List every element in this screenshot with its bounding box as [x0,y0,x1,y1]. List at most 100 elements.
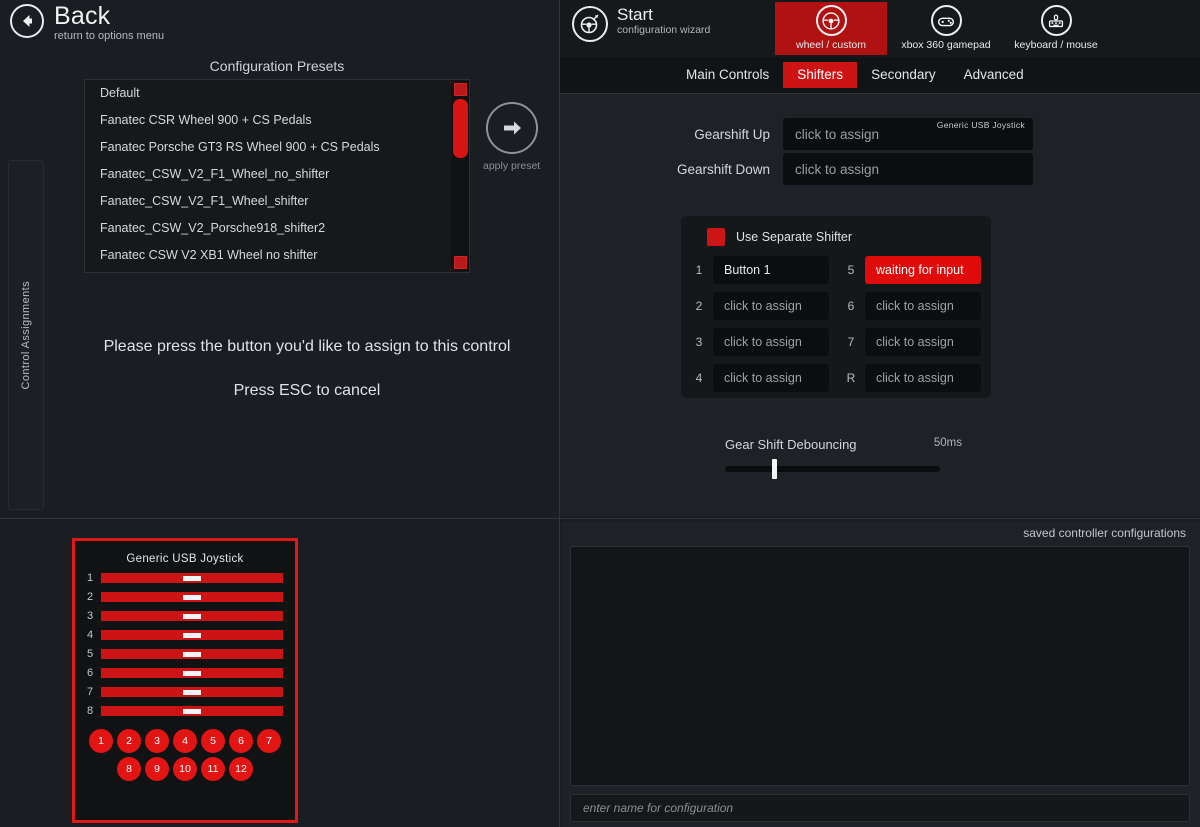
controller-axis-marker [183,614,201,619]
controller-axis-bar [101,630,283,640]
preset-list[interactable]: DefaultFanatec CSR Wheel 900 + CS Pedals… [84,79,470,273]
preset-item[interactable]: Fanatec CSW V2 XB1 Wheel no shifter [85,242,469,269]
controller-axis-marker [183,690,201,695]
tab-shifters[interactable]: Shifters [783,62,857,88]
preset-item[interactable]: Fanatec_CSW_V2_F1_Wheel_no_shifter [85,161,469,188]
shifter-button-number: 2 [691,299,707,313]
shifter-button-cell: 1 Button 1 [691,256,829,284]
preset-scrollbar[interactable] [451,80,469,272]
device-tab-keyboard-mouse-label: keyboard / mouse [1014,39,1097,51]
gearshift-down-value: click to assign [795,162,879,177]
shifter-button-number: 5 [843,263,859,277]
controller-axis-number: 4 [87,629,101,641]
controller-axis-number: 7 [87,686,101,698]
shifter-button-grid: 1 Button 1 5 waiting for input 2 click to ass… [691,256,981,392]
back-arrow-icon [10,4,44,38]
shifter-button-2-input[interactable]: click to assign [713,292,829,320]
use-separate-shifter-row[interactable]: Use Separate Shifter [707,228,852,246]
device-tab-keyboard-mouse[interactable]: keyboard / mouse [1000,2,1112,55]
gearshift-down-input[interactable]: click to assign [783,153,1033,185]
debounce-value: 50ms [934,437,962,449]
controller-axis-number: 3 [87,610,101,622]
controller-axis-bar [101,668,283,678]
preset-item[interactable]: Default [85,80,469,107]
arrow-right-icon [486,102,538,154]
controller-axis-marker [183,652,201,657]
controller-axis-marker [183,576,201,581]
preset-scroll-thumb[interactable] [453,99,468,158]
controller-button: 1 [89,729,113,753]
preset-item[interactable]: Fanatec Porsche GT3 RS Wheel 900 + CS Pe… [85,134,469,161]
controller-button: 2 [117,729,141,753]
rail-control-assignments[interactable]: Control Assignments [8,160,44,510]
rail-control-assignments-label: Control Assignments [20,281,32,389]
controller-button: 4 [173,729,197,753]
shifter-button-cell: Rclick to assign [843,364,981,392]
controller-button: 9 [145,757,169,781]
saved-configurations-header: saved controller configurations [570,526,1190,546]
tab-advanced[interactable]: Advanced [950,62,1038,88]
controller-axis-row: 8 [75,705,295,717]
saved-configurations-list[interactable] [570,546,1190,786]
controller-name: Generic USB Joystick [75,553,295,565]
controller-axis-number: 5 [87,648,101,660]
configuration-name-input[interactable]: enter name for configuration [570,794,1190,822]
vertical-divider [559,0,560,827]
shifter-button-4-input[interactable]: click to assign [713,364,829,392]
gearshift-up-row: Gearshift Up click to assign Generic USB… [673,118,1033,150]
debounce-slider-track[interactable] [725,466,940,472]
shifter-button-R-input[interactable]: click to assign [865,364,981,392]
controller-axis-row: 4 [75,629,295,641]
shifter-button-1-input[interactable]: Button 1 [713,256,829,284]
tab-main-controls[interactable]: Main Controls [672,62,783,88]
controller-button-list: 123456789101112 [75,717,295,781]
back-title: Back [54,4,164,29]
device-tab-wheel-custom-label: wheel / custom [796,39,866,51]
preset-item[interactable]: Fanatec_CSW_V2_F1_Wheel_shifter [85,188,469,215]
shifter-button-7-input[interactable]: click to assign [865,328,981,356]
shifter-button-5-input[interactable]: waiting for input [865,256,981,284]
controller-axis-bar [101,649,283,659]
shifter-button-6-input[interactable]: click to assign [865,292,981,320]
back-button[interactable]: Back return to options menu [10,4,164,42]
wizard-title: Start [617,6,710,23]
preset-item[interactable]: Fanatec_CSW_V2_Porsche918_shifter2 [85,215,469,242]
controller-card[interactable]: Generic USB Joystick 12345678 1234567891… [72,538,298,823]
controller-button: 8 [117,757,141,781]
shifter-button-number: 1 [691,263,707,277]
controller-axis-marker [183,709,201,714]
controller-button: 11 [201,757,225,781]
tab-secondary[interactable]: Secondary [857,62,950,88]
debounce-slider-thumb[interactable] [772,459,777,479]
controller-axis-marker [183,633,201,638]
shifter-button-number: 7 [843,335,859,349]
shifter-button-cell: 4 click to assign [691,364,829,392]
gearshift-up-label: Gearshift Up [673,127,783,142]
controller-axis-number: 2 [87,591,101,603]
device-tab-xbox-gamepad[interactable]: xbox 360 gamepad [890,2,1002,55]
preset-item[interactable]: Fanatec CSR Wheel 900 + CS Pedals [85,107,469,134]
steering-wheel-icon [816,5,847,36]
controller-axis-number: 6 [87,667,101,679]
controller-button: 7 [257,729,281,753]
apply-preset-button[interactable]: apply preset [483,102,540,172]
apply-preset-label: apply preset [483,160,540,172]
shifter-button-number: 4 [691,371,707,385]
controller-axis-row: 6 [75,667,295,679]
shifter-button-number: R [843,371,859,385]
gearshift-up-input[interactable]: click to assign Generic USB Joystick [783,118,1033,150]
controller-axis-number: 1 [87,572,101,584]
use-separate-shifter-checkbox[interactable] [707,228,725,246]
gearshift-down-row: Gearshift Down click to assign [673,153,1033,185]
controller-axis-bar [101,687,283,697]
device-tab-wheel-custom[interactable]: wheel / custom [775,2,887,55]
shifter-button-cell: 5 waiting for input [843,256,981,284]
controller-axis-list: 1 2 3 4 5 6 7 8 [75,572,295,717]
scroll-down-icon[interactable] [454,256,467,269]
scroll-up-icon[interactable] [454,83,467,96]
shifter-button-3-input[interactable]: click to assign [713,328,829,356]
start-wizard-button[interactable]: Start configuration wizard [572,6,710,42]
steering-wheel-wizard-icon [572,6,608,42]
right-top-bar: Start configuration wizard wheel / custo… [560,0,1200,57]
controller-button: 6 [229,729,253,753]
